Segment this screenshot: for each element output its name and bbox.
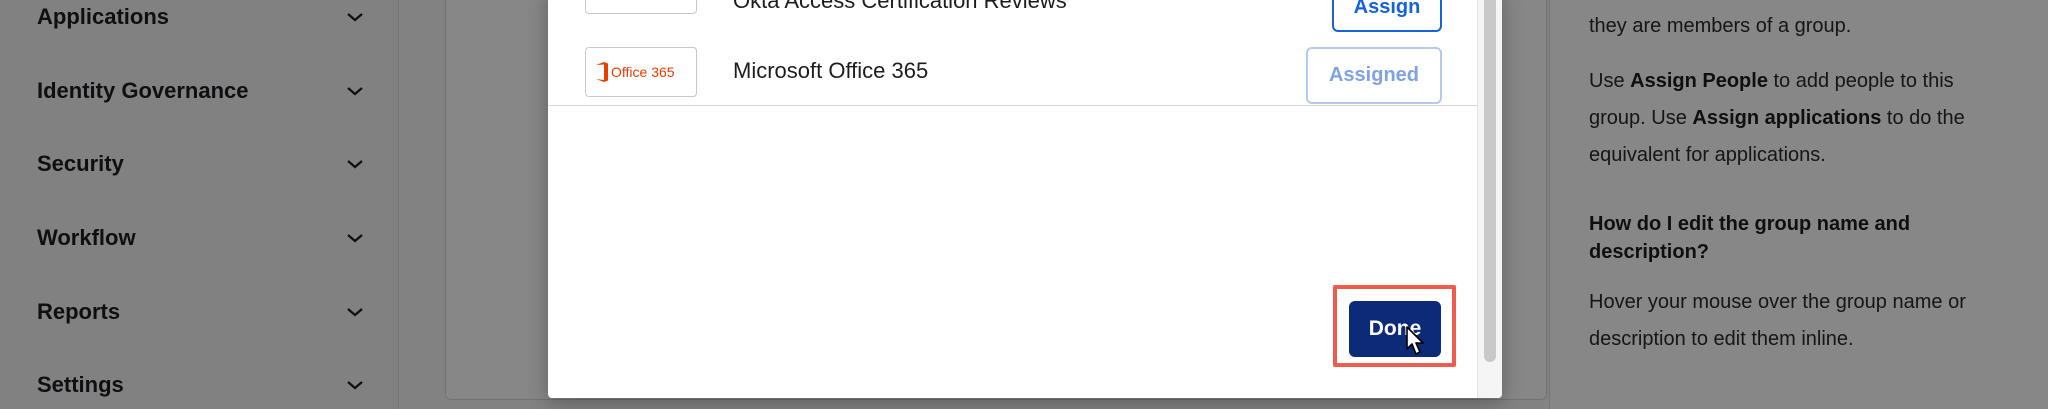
done-button[interactable]: Done	[1349, 301, 1441, 357]
okta-logo-icon	[626, 0, 656, 4]
office-365-logo-icon: Office 365	[596, 62, 675, 82]
scrollbar-track[interactable]	[1477, 0, 1502, 398]
app-row: Office 365 Microsoft Office 365 Assigned	[548, 37, 1478, 106]
scrollbar-thumb[interactable]	[1484, 0, 1496, 362]
assign-button[interactable]: Assign	[1332, 0, 1442, 32]
mouse-pointer-icon	[1406, 326, 1424, 355]
assigned-button[interactable]: Assigned	[1306, 47, 1442, 104]
office-logo-text: Office 365	[611, 64, 675, 80]
app-logo: Office 365	[585, 47, 697, 97]
app-logo	[585, 0, 697, 14]
app-name: Okta Access Certification Reviews	[733, 0, 1067, 13]
app-row: Okta Access Certification Reviews Assign	[548, 0, 1478, 38]
app-name: Microsoft Office 365	[733, 58, 929, 83]
